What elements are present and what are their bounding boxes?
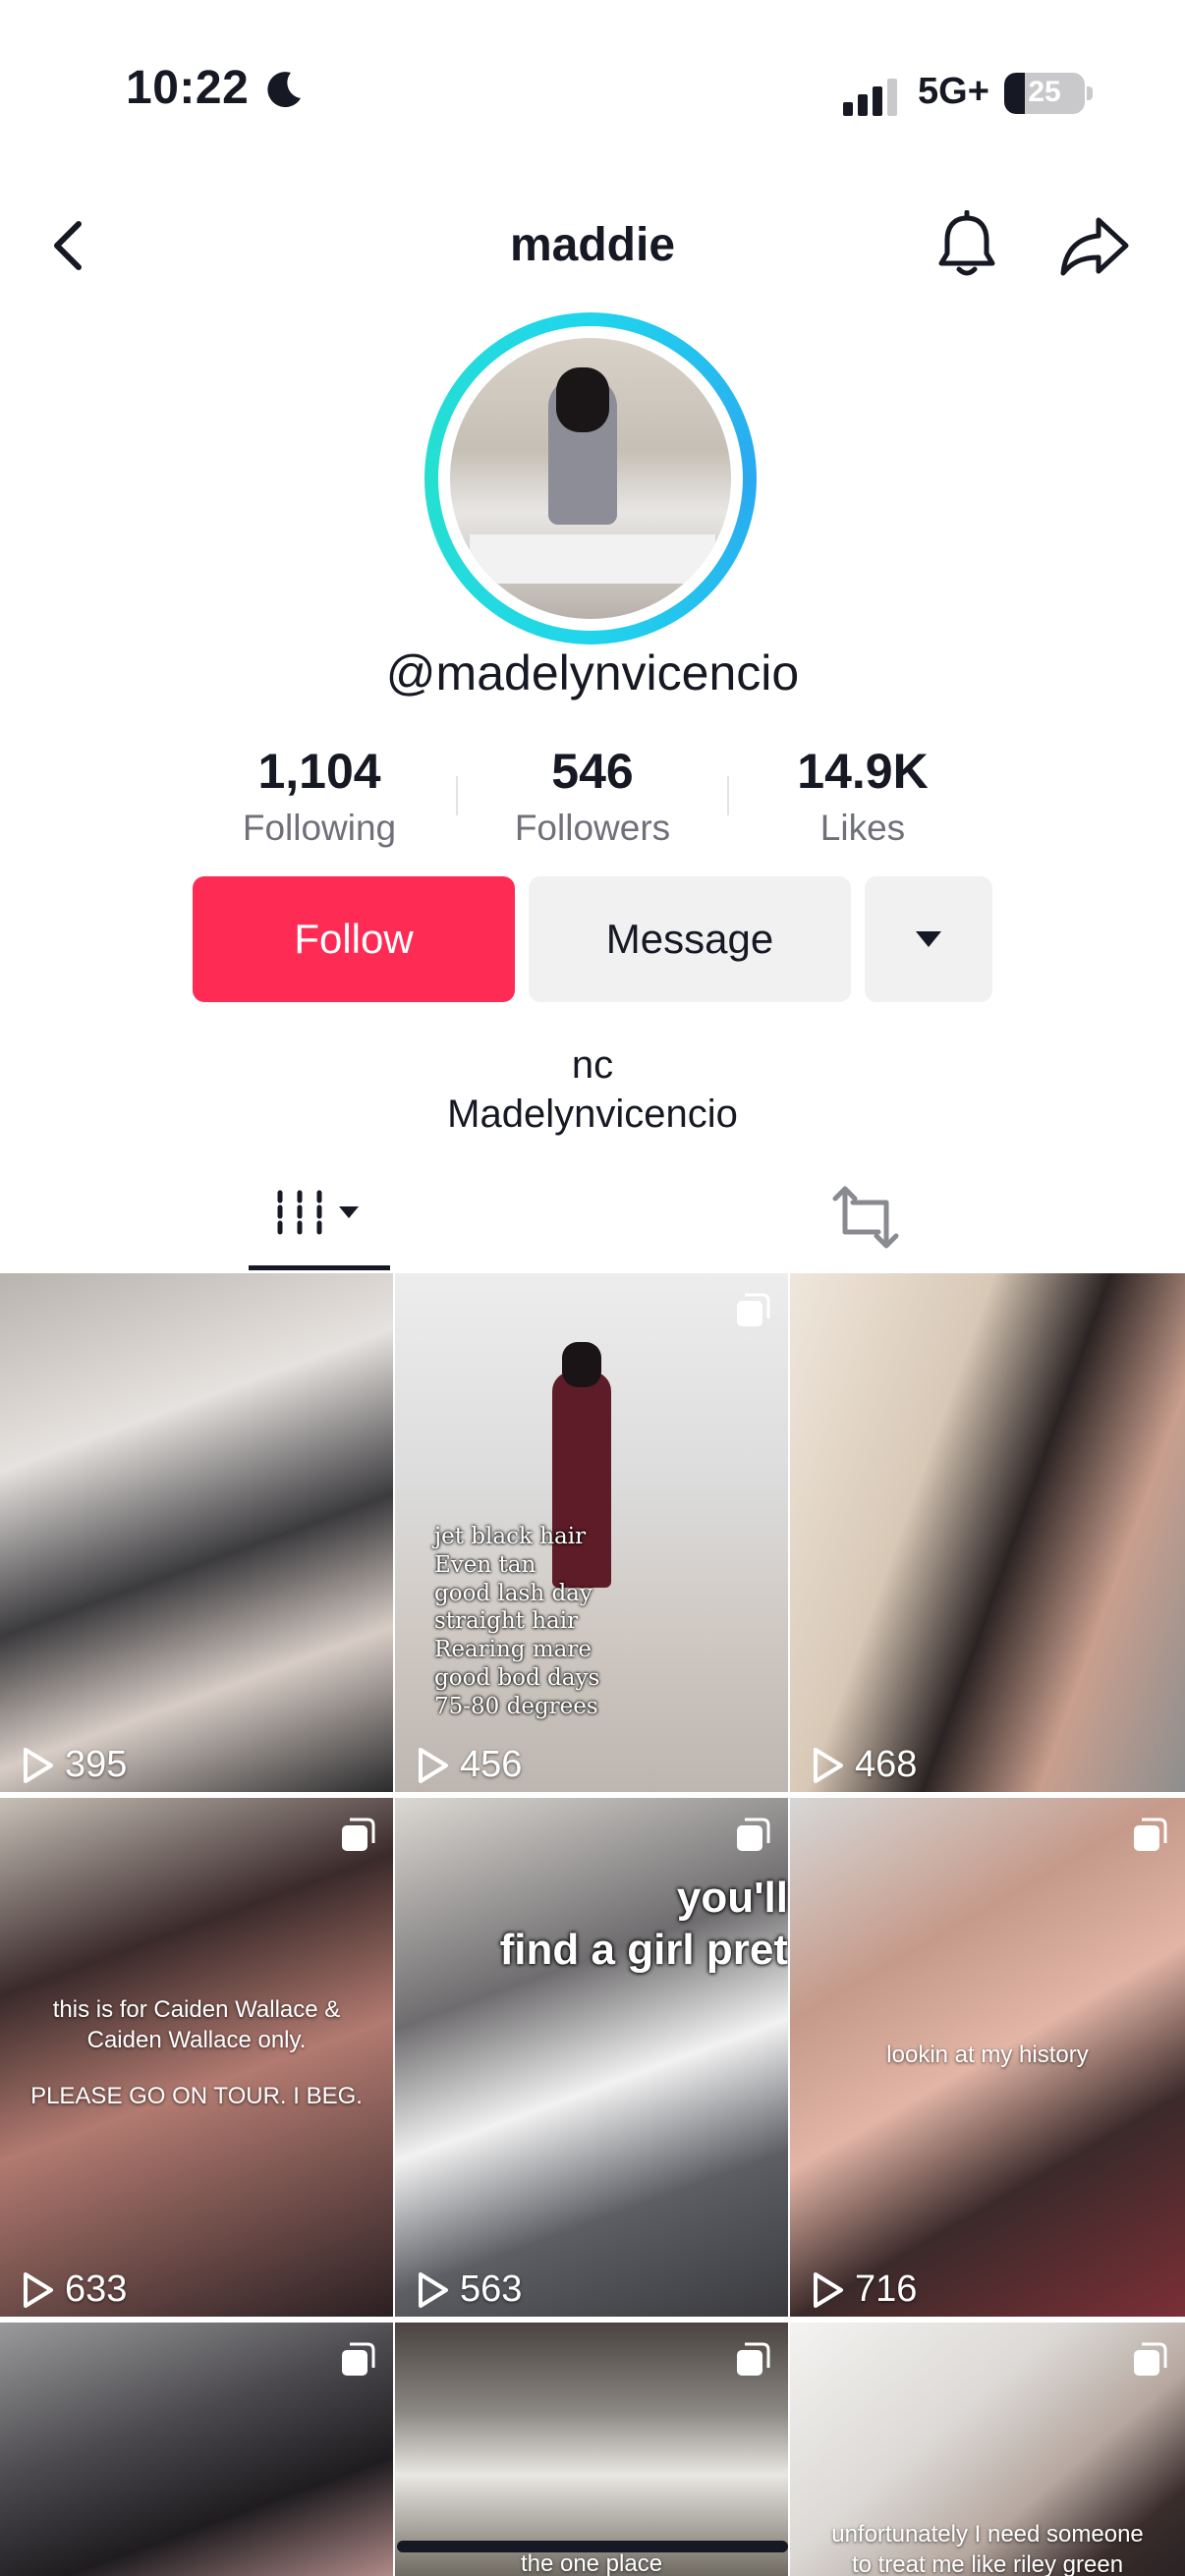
play-icon — [419, 1747, 448, 1783]
avatar[interactable] — [450, 338, 731, 619]
caption-line: the one place — [520, 2550, 663, 2576]
caption-line: unfortunately I need someone — [831, 2521, 1144, 2548]
page-title: maddie — [509, 219, 676, 271]
moon-icon — [267, 72, 301, 108]
repost-icon[interactable] — [831, 1185, 900, 1250]
photo-carousel-icon — [1134, 1818, 1167, 1851]
status-time: 10:22 — [126, 62, 250, 114]
caption-line: find a girl pret — [499, 1925, 788, 1974]
play-icon — [24, 1747, 53, 1783]
share-arrow-icon[interactable] — [1059, 216, 1130, 277]
video-caption: jet black hair Even tan good lash day st… — [434, 1523, 631, 1720]
video-tile[interactable]: jet black hair Even tan good lash day st… — [395, 1273, 788, 1792]
view-count: 456 — [417, 1744, 522, 1786]
video-caption: unfortunately I need someone to treat me… — [790, 2519, 1185, 2576]
active-tab-indicator — [249, 1265, 390, 1270]
video-caption: lookin at my history — [790, 2040, 1185, 2070]
photo-carousel-icon — [737, 1293, 770, 1326]
view-count-label: 468 — [855, 1744, 918, 1785]
stat-divider — [456, 776, 458, 815]
video-tile[interactable]: the one place — [395, 2323, 788, 2576]
stat-followers-label[interactable]: Followers — [465, 808, 720, 849]
play-icon — [24, 2271, 53, 2308]
caption-line: good lash day — [434, 1580, 592, 1606]
bio-line: nc — [571, 1043, 614, 1087]
avatar-bg-counter — [470, 534, 715, 584]
caption-line: Rearing mare — [434, 1637, 592, 1662]
view-count: 395 — [22, 1744, 127, 1786]
caret-down-icon — [916, 931, 941, 947]
stat-following-value[interactable]: 1,104 — [192, 743, 447, 800]
stat-followers-value[interactable]: 546 — [465, 743, 720, 800]
video-tile[interactable]: unfortunately I need someone to treat me… — [790, 2323, 1185, 2576]
photo-carousel-icon — [737, 1818, 770, 1851]
grid-bars-icon[interactable] — [249, 1175, 390, 1269]
battery-icon: 25 — [1004, 73, 1085, 114]
video-caption: you'll find a girl pret — [395, 1873, 788, 1977]
view-count: 633 — [22, 2268, 127, 2311]
caption-line: lookin at my history — [886, 2042, 1089, 2068]
stat-following-label[interactable]: Following — [192, 808, 447, 849]
view-count-label: 633 — [65, 2268, 128, 2310]
video-tile[interactable] — [0, 2323, 393, 2576]
photo-carousel-icon — [342, 1818, 375, 1851]
caption-line: Even tan — [434, 1551, 536, 1578]
caption-line: this is for Caiden Wallace & — [52, 1996, 341, 2023]
video-tile[interactable]: this is for Caiden Wallace & Caiden Wall… — [0, 1798, 393, 2317]
signal-bars-icon — [843, 79, 897, 116]
caption-line: to treat me like riley green — [851, 2551, 1124, 2576]
view-count-label: 563 — [460, 2268, 523, 2310]
video-figure-hair — [562, 1342, 601, 1387]
view-count: 563 — [417, 2268, 522, 2311]
caption-line: 75-80 degrees — [434, 1693, 598, 1719]
caption-line: you'll — [676, 1874, 788, 1922]
play-icon — [419, 2271, 448, 2308]
view-count-label: 456 — [460, 1744, 523, 1785]
avatar-hair — [556, 367, 609, 432]
caption-line: straight hair — [434, 1608, 579, 1635]
view-count-label: 395 — [65, 1744, 128, 1785]
play-icon — [814, 1747, 843, 1783]
bio-line: Madelynvicencio — [447, 1092, 738, 1136]
video-caption: the one place — [395, 2548, 788, 2576]
network-label: 5G+ — [918, 71, 989, 112]
stat-likes-value: 14.9K — [797, 744, 929, 799]
view-count: 468 — [812, 1744, 917, 1786]
suggested-accounts-button[interactable] — [865, 876, 992, 1002]
stat-divider — [727, 776, 729, 815]
photo-carousel-icon — [1134, 2342, 1167, 2376]
play-icon — [814, 2271, 843, 2308]
caption-line: PLEASE GO ON TOUR. I BEG. — [30, 2083, 363, 2110]
view-count-label: 716 — [855, 2268, 918, 2310]
video-tile[interactable]: 395 — [0, 1273, 393, 1792]
message-button[interactable]: Message — [529, 876, 851, 1002]
battery-percent: 25 — [1028, 76, 1061, 108]
view-count: 716 — [812, 2268, 917, 2311]
photo-carousel-icon — [737, 2342, 770, 2376]
caption-line: Caiden Wallace only. — [86, 2027, 307, 2054]
bell-icon[interactable] — [933, 210, 1000, 281]
stat-likes-label: Likes — [819, 808, 906, 848]
video-tile[interactable]: lookin at my history 716 — [790, 1798, 1185, 2317]
video-tile[interactable]: you'll find a girl pret 563 — [395, 1798, 788, 2317]
caption-line: good bod days — [434, 1664, 600, 1691]
follow-button[interactable]: Follow — [193, 876, 515, 1002]
home-indicator[interactable] — [397, 2541, 788, 2552]
caption-line: jet black hair — [434, 1524, 587, 1549]
video-tile[interactable]: 468 — [790, 1273, 1185, 1792]
battery-tip — [1087, 86, 1093, 100]
photo-carousel-icon — [342, 2342, 375, 2376]
profile-handle: @madelynvicencio — [385, 645, 800, 700]
video-caption: this is for Caiden Wallace & Caiden Wall… — [0, 1994, 393, 2112]
